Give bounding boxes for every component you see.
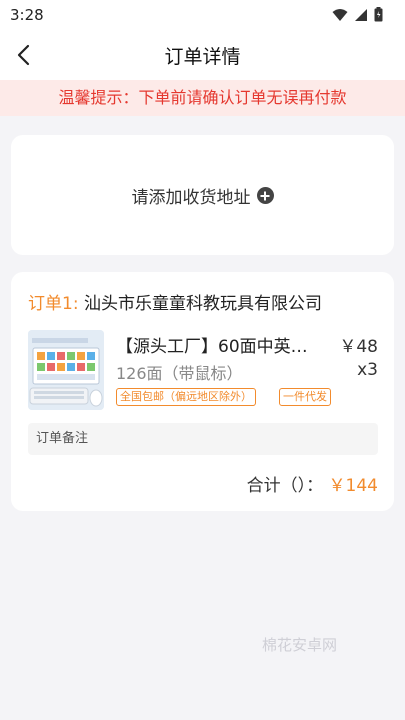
product-price: ￥48 xyxy=(339,337,378,357)
shop-name: 汕头市乐童童科教玩具有限公司 xyxy=(83,294,322,314)
page-title: 订单详情 xyxy=(164,46,241,68)
status-icons xyxy=(332,7,383,22)
status-bar: 3:28 xyxy=(0,0,405,30)
plus-circle-icon xyxy=(256,187,274,204)
product-quantity: x3 xyxy=(357,360,378,380)
battery-icon xyxy=(374,7,383,22)
total-amount: ￥144 xyxy=(328,476,378,496)
order-number: 订单1: xyxy=(28,294,79,314)
notice-banner: 温馨提示：下单前请确认订单无误再付款 xyxy=(0,80,405,116)
order-remark-field[interactable]: 订单备注 xyxy=(28,423,378,455)
wifi-icon xyxy=(332,8,348,21)
app-header: 订单详情 xyxy=(0,30,405,80)
total-label: 合计（）： xyxy=(246,476,324,496)
order-card: 订单1: 汕头市乐童童科教玩具有限公司 【源头工厂】60面中英文双语 ￥48 1… xyxy=(11,272,394,511)
status-time: 3:28 xyxy=(10,6,44,24)
product-thumbnail[interactable] xyxy=(28,330,104,410)
order-title: 订单1: 汕头市乐童童科教玩具有限公司 xyxy=(28,289,322,314)
watermark: 棉花安卓网 xyxy=(262,636,338,654)
add-address-label: 请添加收货地址 xyxy=(131,188,251,208)
product-name[interactable]: 【源头工厂】60面中英文双语 xyxy=(116,332,311,357)
product-spec: 126面（带鼠标） xyxy=(116,364,243,383)
product-image xyxy=(28,330,104,410)
signal-icon xyxy=(355,8,367,21)
address-card[interactable]: 请添加收货地址 xyxy=(11,135,394,255)
order-total: 合计（）： ￥144 xyxy=(247,471,378,496)
add-address-button[interactable]: 请添加收货地址 xyxy=(11,183,394,208)
dropship-tag: 一件代发 xyxy=(279,388,331,406)
free-shipping-tag: 全国包邮（偏远地区除外） xyxy=(116,388,256,406)
